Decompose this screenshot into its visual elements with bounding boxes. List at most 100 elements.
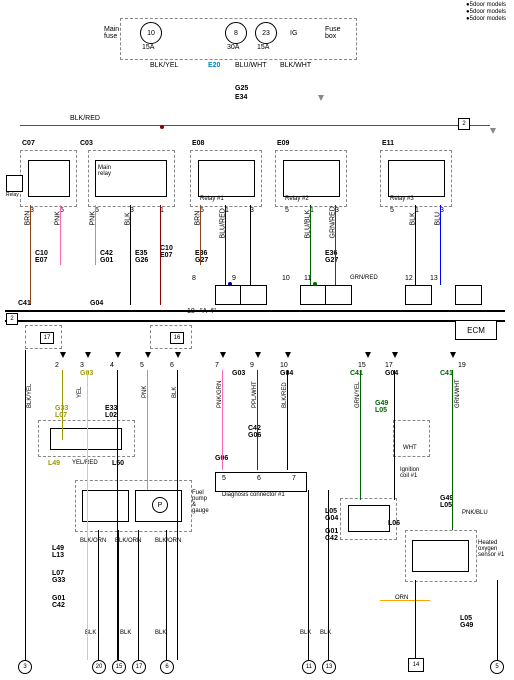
fuse-23: 23 xyxy=(255,22,277,44)
e08-label: E08 xyxy=(192,140,204,147)
fpv1 xyxy=(98,530,99,660)
c07-label: C07 xyxy=(22,140,35,147)
ground-3: 3 xyxy=(18,660,32,674)
ignition-coil-label: Ignitioncoil #1 xyxy=(400,467,419,479)
e35-g26-1: E35G26 xyxy=(135,250,148,264)
p-circle: P xyxy=(152,497,168,513)
blk-red-bus: BLK/RED xyxy=(70,115,100,122)
blk-red-wire xyxy=(20,125,490,126)
l05-g49-b: L05G49 xyxy=(460,615,473,629)
fuse-10: 10 xyxy=(140,22,162,44)
yel-red-l: YEL/RED xyxy=(72,460,98,466)
vw15 xyxy=(452,370,453,530)
blk-yel-1: BLK/YEL xyxy=(150,62,178,69)
vw13 xyxy=(394,370,395,500)
g25-label: G25 xyxy=(235,85,248,92)
load-5 xyxy=(405,285,432,305)
ground-15: 15 xyxy=(112,660,126,674)
fuse-8-amp: 30A xyxy=(227,44,239,51)
ad5 xyxy=(175,352,181,358)
nl2: 2 xyxy=(55,362,59,369)
e11-label: E11 xyxy=(382,140,394,147)
ad8 xyxy=(285,352,291,358)
g01-c42-l: G01C42 xyxy=(325,528,338,542)
vw12 xyxy=(360,370,361,500)
vw5 xyxy=(147,370,148,490)
g04-r: G04 xyxy=(385,370,398,377)
g01-c42: G01C42 xyxy=(52,595,65,609)
dot3 xyxy=(160,125,164,129)
n9: 9 xyxy=(232,275,236,282)
w6 xyxy=(200,205,201,265)
wht-label: WHT xyxy=(403,445,417,451)
nl10: 10 xyxy=(280,362,288,369)
relay-e08 xyxy=(198,160,255,197)
l05-g04: L05G04 xyxy=(325,508,338,522)
relay2-text: Relay #2 xyxy=(285,196,309,202)
orn-wire xyxy=(380,600,430,601)
ground-17: 17 xyxy=(132,660,146,674)
ad6 xyxy=(220,352,226,358)
w8 xyxy=(250,205,251,285)
c41-r2: C41 xyxy=(440,370,453,377)
vw8 xyxy=(257,370,258,470)
mid-bus xyxy=(5,310,505,312)
nl9: 9 xyxy=(250,362,254,369)
load-3 xyxy=(300,285,327,305)
ecm-box: ECM xyxy=(455,320,497,340)
e20-label: E20 xyxy=(208,62,220,69)
vw7 xyxy=(222,370,223,470)
w1 xyxy=(30,205,31,305)
w3 xyxy=(95,205,96,265)
relay-e11 xyxy=(388,160,445,197)
l49: L49 xyxy=(48,460,60,467)
ig-label: IG xyxy=(290,30,297,37)
grn-red-2: GRN/RED xyxy=(350,275,378,281)
w11 xyxy=(415,205,416,285)
diag-6: 6 xyxy=(257,475,261,482)
w4 xyxy=(130,205,131,305)
wht-dash xyxy=(393,420,430,457)
blk-b3: BLK xyxy=(155,630,166,636)
blk-wht-1: BLK/WHT xyxy=(280,62,311,69)
l49-l13: L49L13 xyxy=(52,545,64,559)
ground-6: 6 xyxy=(160,660,174,674)
vw9 xyxy=(287,370,288,470)
e33-l02: E33L02 xyxy=(105,405,117,419)
ground-arrow-top-1 xyxy=(318,95,324,101)
main-fuse-label: Mainfuse xyxy=(104,26,119,40)
relay3-text: Relay #3 xyxy=(390,196,414,202)
w2 xyxy=(60,205,61,265)
ground-11: 11 xyxy=(302,660,316,674)
c10-e07-1: C10E07 xyxy=(35,250,48,264)
fuse-8: 8 xyxy=(225,22,247,44)
n13: 13 xyxy=(430,275,438,282)
vw3 xyxy=(87,370,88,660)
l06: L06 xyxy=(388,520,400,527)
vw2 xyxy=(62,370,63,440)
c03-label: C03 xyxy=(80,140,93,147)
relay-label-box xyxy=(6,175,23,192)
ad3 xyxy=(115,352,121,358)
pnk-blu-r: PNK/BLU xyxy=(462,510,488,516)
l50: L50 xyxy=(112,460,124,467)
w7 xyxy=(225,205,226,285)
fuel-pump-box-1 xyxy=(82,490,129,522)
blk-yel-l: BLK/YEL xyxy=(27,384,33,408)
ground-5: 5 xyxy=(490,660,504,674)
t9: 5 xyxy=(285,207,289,214)
l07-g33: L07G33 xyxy=(52,570,65,584)
fpv4 xyxy=(166,530,167,660)
vw10 xyxy=(308,490,309,660)
nl17b: 17 xyxy=(385,362,393,369)
ad11 xyxy=(392,352,398,358)
relay-c07 xyxy=(28,160,70,197)
corner-notes: ●5door models ●5door models ●5door model… xyxy=(466,2,506,24)
fpv3 xyxy=(138,530,139,660)
ignition-box xyxy=(348,505,390,532)
ground-20: 20 xyxy=(92,660,106,674)
n11: 11 xyxy=(304,275,311,282)
blk-b2: BLK xyxy=(120,630,131,636)
w12 xyxy=(440,205,441,285)
mid-bus-2 xyxy=(5,320,505,322)
